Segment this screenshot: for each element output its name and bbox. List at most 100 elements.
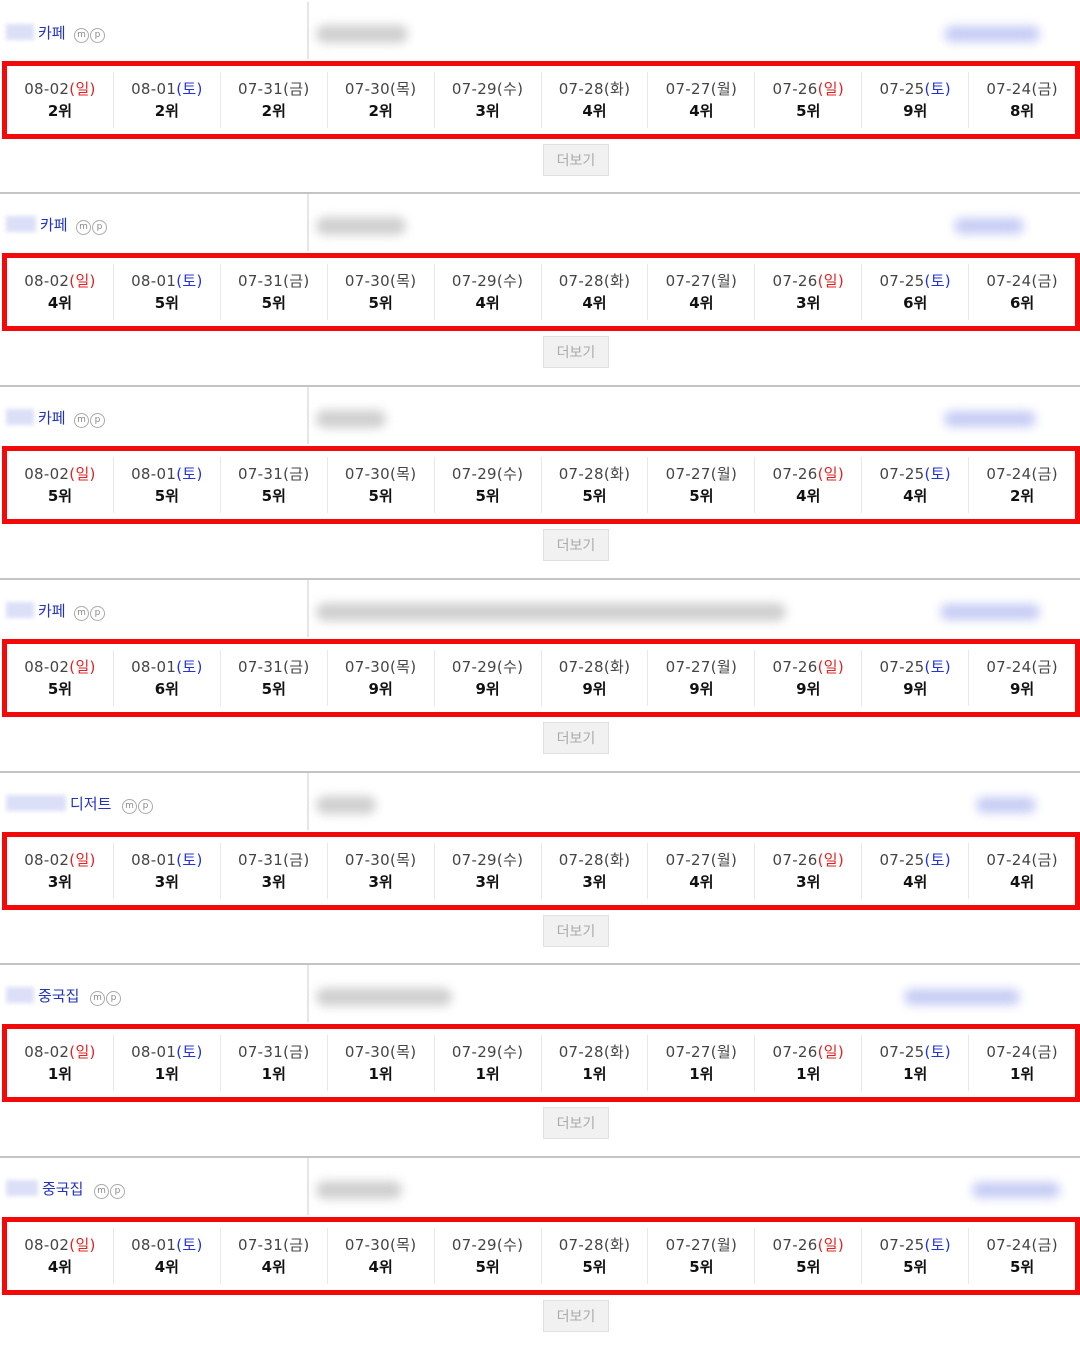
rank-cell: 07-30(목) 5위 <box>326 457 434 513</box>
weekday-wrap: (수) <box>496 658 524 676</box>
rank-value: 5위 <box>368 487 393 505</box>
pc-badge-icon[interactable]: p <box>90 28 105 43</box>
date-text: 08-02 <box>24 465 70 483</box>
rank-cell: 07-24(금) 2위 <box>968 457 1075 513</box>
weekday-text: 수 <box>503 272 518 290</box>
mobile-badge-icon[interactable]: m <box>122 799 137 814</box>
weekday-text: 토 <box>930 272 945 290</box>
weekday-text: 금 <box>289 1043 304 1061</box>
rank-date: 07-25(토) <box>879 270 951 292</box>
rank-date: 07-25(토) <box>879 463 951 485</box>
rank-cell: 07-29(수) 5위 <box>433 1228 541 1284</box>
weekday-text: 토 <box>182 658 197 676</box>
place-header: 카페 m p <box>0 2 1080 59</box>
rank-date: 07-29(수) <box>452 1234 524 1256</box>
date-text: 07-26 <box>772 80 818 98</box>
pc-badge-icon[interactable]: p <box>110 1184 125 1199</box>
more-button[interactable]: 더보기 <box>543 336 609 368</box>
ranking-block: 카페 m p 08-02(일) 4위 08-01(토) 5위 07-31(금) 5위 07-30(… <box>0 192 1080 385</box>
blurred-link <box>976 797 1036 813</box>
rank-value: 4위 <box>1009 873 1035 891</box>
category-link[interactable]: 카페 <box>38 600 66 621</box>
rank-value: 6위 <box>1009 294 1035 312</box>
rank-date: 07-31(금) <box>238 849 310 871</box>
rank-date: 07-30(목) <box>345 656 417 678</box>
rank-date: 07-27(월) <box>666 656 738 678</box>
date-text: 07-30 <box>344 1236 390 1254</box>
more-button[interactable]: 더보기 <box>543 529 609 561</box>
mobile-badge-icon[interactable]: m <box>74 606 89 621</box>
rank-cell: 08-02(일) 5위 <box>7 650 113 706</box>
rank-date: 07-25(토) <box>879 1041 951 1063</box>
weekday-wrap: (일) <box>817 851 845 869</box>
pc-badge-icon[interactable]: p <box>92 220 107 235</box>
rank-cell: 07-29(수) 4위 <box>433 264 541 320</box>
rank-value: 3위 <box>796 873 821 891</box>
rank-value: 5위 <box>1009 1258 1035 1276</box>
mobile-badge-icon[interactable]: m <box>90 991 105 1006</box>
rank-cell: 07-26(일) 5위 <box>754 1228 861 1284</box>
rank-value: 5위 <box>903 1258 928 1276</box>
date-text: 07-25 <box>879 851 925 869</box>
rank-value: 4위 <box>47 294 73 312</box>
date-text: 07-25 <box>879 465 925 483</box>
weekday-text: 화 <box>609 851 625 869</box>
mobile-badge-icon[interactable]: m <box>74 413 89 428</box>
date-text: 07-25 <box>879 80 925 98</box>
rank-date: 07-29(수) <box>452 656 524 678</box>
weekday-wrap: (토) <box>924 658 951 676</box>
category-link[interactable]: 중국집 <box>42 1178 83 1199</box>
date-text: 07-30 <box>344 1043 390 1061</box>
weekday-text: 금 <box>1037 272 1052 290</box>
mobile-badge-icon[interactable]: m <box>94 1184 109 1199</box>
mobile-pc-badges: mp <box>94 1184 125 1199</box>
category-link[interactable]: 카페 <box>40 214 68 235</box>
weekday-text: 금 <box>1037 465 1052 483</box>
rank-value: 9위 <box>475 680 500 698</box>
rank-date: 08-02(일) <box>24 1234 96 1256</box>
pc-badge-icon[interactable]: p <box>138 799 153 814</box>
rank-cell: 07-25(토) 9위 <box>861 650 968 706</box>
mobile-badge-icon[interactable]: m <box>74 28 89 43</box>
pc-badge-icon[interactable]: p <box>90 606 105 621</box>
rank-value: 1위 <box>582 1065 607 1083</box>
pc-badge-icon[interactable]: p <box>90 413 105 428</box>
more-button[interactable]: 더보기 <box>543 915 609 947</box>
more-button[interactable]: 더보기 <box>543 722 609 754</box>
date-text: 07-31 <box>238 80 284 98</box>
blurred-place-name <box>6 1180 38 1196</box>
rank-cell: 08-01(토) 3위 <box>112 843 220 899</box>
weekday-text: 토 <box>182 272 197 290</box>
rank-cell: 07-29(수) 1위 <box>433 1035 541 1091</box>
rank-value: 5위 <box>261 680 286 698</box>
weekday-wrap: (목) <box>390 465 417 483</box>
rank-value: 4위 <box>47 1258 73 1276</box>
rank-value: 5위 <box>154 294 179 312</box>
weekday-text: 일 <box>75 658 90 676</box>
category-link[interactable]: 카페 <box>38 407 66 428</box>
daily-rank-row: 08-02(일) 2위 08-01(토) 2위 07-31(금) 2위 07-30(목) 2위… <box>2 61 1080 139</box>
rank-value: 4위 <box>154 1258 179 1276</box>
pc-badge-icon[interactable]: p <box>106 991 121 1006</box>
rank-date: 07-30(목) <box>345 78 417 100</box>
more-button[interactable]: 더보기 <box>543 1300 609 1332</box>
blurred-keyword <box>316 988 452 1006</box>
date-text: 07-28 <box>558 80 604 98</box>
category-link[interactable]: 디저트 <box>70 793 111 814</box>
mobile-badge-icon[interactable]: m <box>76 220 91 235</box>
weekday-text: 토 <box>930 1043 945 1061</box>
weekday-text: 토 <box>182 1236 197 1254</box>
more-button[interactable]: 더보기 <box>543 144 609 176</box>
weekday-wrap: (토) <box>924 1043 951 1061</box>
blurred-place-name <box>6 795 66 811</box>
rank-cell: 07-25(토) 6위 <box>861 264 968 320</box>
more-button[interactable]: 더보기 <box>543 1107 609 1139</box>
date-text: 07-25 <box>879 1236 925 1254</box>
rank-date: 07-29(수) <box>452 849 524 871</box>
weekday-wrap: (금) <box>283 272 310 290</box>
weekday-wrap: (화) <box>603 80 631 98</box>
rank-date: 07-29(수) <box>452 78 524 100</box>
category-link[interactable]: 카페 <box>38 22 66 43</box>
weekday-text: 일 <box>823 658 838 676</box>
category-link[interactable]: 중국집 <box>38 985 79 1006</box>
